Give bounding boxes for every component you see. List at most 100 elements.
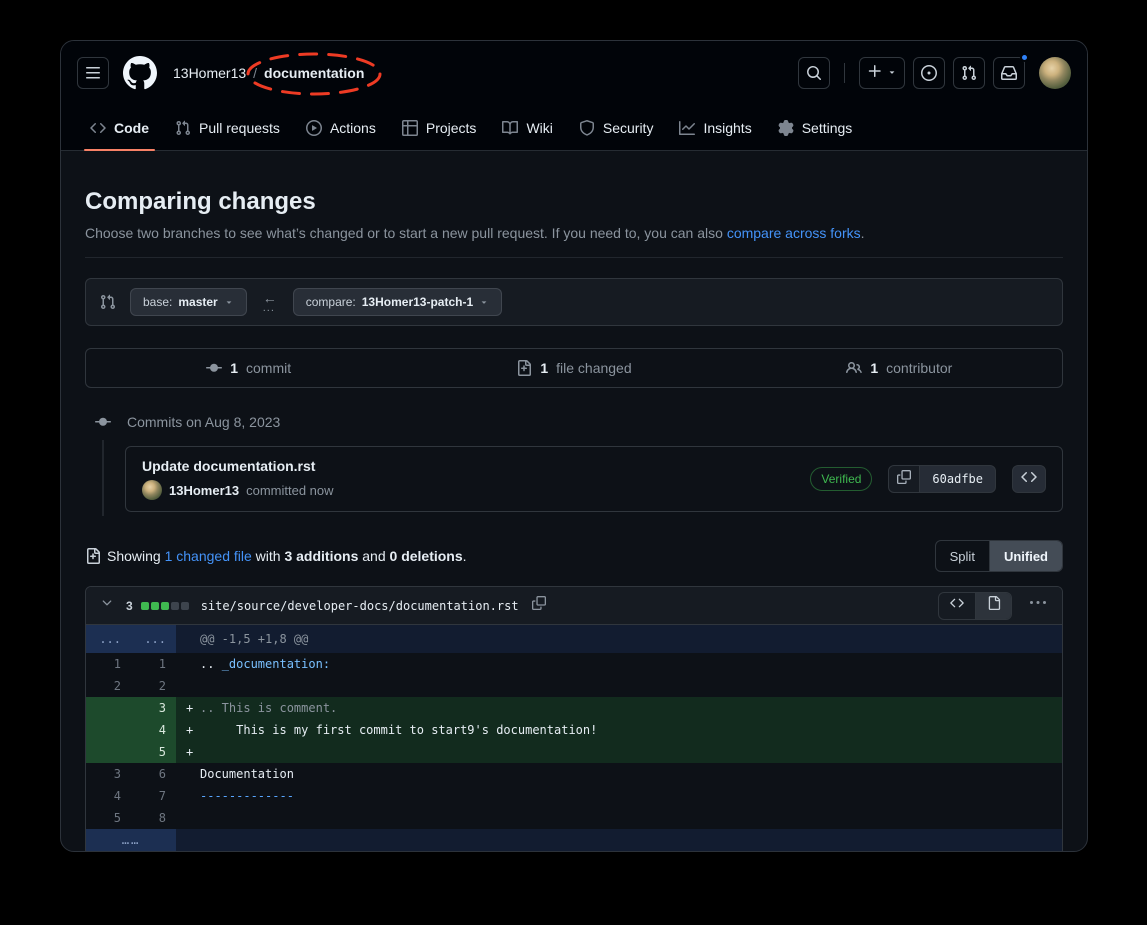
- compare-label: compare:: [306, 295, 356, 309]
- book-icon: [502, 120, 518, 136]
- diff-line: 2 2: [86, 675, 1062, 697]
- range-dots: ...: [263, 304, 275, 313]
- avatar[interactable]: [1039, 57, 1071, 89]
- hunk-header-text: [176, 829, 1062, 852]
- showing-text: Showing: [107, 548, 165, 564]
- expand-hunk-button[interactable]: ⋯⋯: [86, 829, 176, 852]
- compare-across-forks-link[interactable]: compare across forks: [727, 225, 861, 241]
- new-line-number[interactable]: 4: [131, 719, 176, 741]
- tab-actions[interactable]: Actions: [298, 105, 384, 150]
- old-line-number[interactable]: 4: [86, 785, 131, 807]
- expand-hunk-button[interactable]: ...: [131, 625, 176, 653]
- old-line-number[interactable]: 1: [86, 653, 131, 675]
- issues-button[interactable]: [913, 57, 945, 89]
- split-view-button[interactable]: Split: [936, 541, 989, 571]
- new-line-number[interactable]: 1: [131, 653, 176, 675]
- github-logo-icon[interactable]: [123, 56, 157, 90]
- triangle-down-icon: [224, 297, 234, 307]
- code-line: [176, 807, 1062, 829]
- new-line-number[interactable]: 8: [131, 807, 176, 829]
- git-compare-icon: [100, 294, 116, 310]
- old-line-number[interactable]: [86, 719, 131, 741]
- commit-info: Update documentation.rst 13Homer13 commi…: [142, 458, 334, 500]
- inbox-button[interactable]: [993, 57, 1025, 89]
- deletions-count: 0 deletions: [390, 548, 463, 564]
- tab-projects[interactable]: Projects: [394, 105, 485, 150]
- old-line-number[interactable]: 3: [86, 763, 131, 785]
- compare-value: 13Homer13-patch-1: [362, 295, 473, 309]
- diffstat-addition-square: [151, 602, 159, 610]
- commit-sha-button[interactable]: 60adfbe: [920, 465, 996, 493]
- breadcrumb-repo[interactable]: documentation: [264, 65, 364, 81]
- tab-wiki[interactable]: Wiki: [494, 105, 560, 150]
- diff-hunk-row: ... ... @@ -1,5 +1,8 @@: [86, 625, 1062, 653]
- period-text: .: [463, 548, 467, 564]
- kebab-horizontal-icon: [1030, 595, 1046, 616]
- commit-title-link[interactable]: Update documentation.rst: [142, 458, 334, 474]
- rendered-view-button[interactable]: [975, 593, 1011, 619]
- files-changed-stat[interactable]: 1 file changed: [411, 360, 736, 376]
- hamburger-menu-button[interactable]: [77, 57, 109, 89]
- source-view-button[interactable]: [939, 593, 975, 619]
- summary-text: Showing 1 changed file with 3 additions …: [107, 548, 467, 564]
- diff-file-header: 3 site/source/developer-docs/documentati…: [86, 587, 1062, 625]
- new-line-number[interactable]: 5: [131, 741, 176, 763]
- tab-label: Code: [114, 120, 149, 136]
- base-value: master: [178, 295, 217, 309]
- author-avatar[interactable]: [142, 480, 162, 500]
- copy-icon: [532, 596, 546, 615]
- notification-dot: [1020, 53, 1029, 62]
- diff-line-addition: 3 +.. This is comment.: [86, 697, 1062, 719]
- base-branch-selector[interactable]: base: master: [130, 288, 247, 316]
- breadcrumb-owner[interactable]: 13Homer13: [173, 65, 246, 81]
- file-options-button[interactable]: [1024, 592, 1052, 620]
- page-description: Choose two branches to see what’s change…: [85, 223, 1063, 243]
- old-line-number[interactable]: 5: [86, 807, 131, 829]
- tab-pull-requests[interactable]: Pull requests: [167, 105, 288, 150]
- diffstat-neutral-square: [181, 602, 189, 610]
- diff-line: 4 7 -------------: [86, 785, 1062, 807]
- three-bars-icon: [85, 65, 101, 81]
- diffstat-neutral-square: [171, 602, 179, 610]
- changed-file-link[interactable]: 1 changed file: [165, 548, 252, 564]
- expand-hunk-button[interactable]: ...: [86, 625, 131, 653]
- old-line-number[interactable]: [86, 697, 131, 719]
- git-commit-icon: [206, 360, 222, 376]
- tab-settings[interactable]: Settings: [770, 105, 861, 150]
- tab-security[interactable]: Security: [571, 105, 662, 150]
- new-line-number[interactable]: 7: [131, 785, 176, 807]
- copy-icon: [897, 470, 911, 489]
- new-line-number[interactable]: 3: [131, 697, 176, 719]
- files-summary-bar: Showing 1 changed file with 3 additions …: [85, 540, 1063, 572]
- file-path-link[interactable]: site/source/developer-docs/documentation…: [201, 599, 519, 613]
- diffstat-addition-square: [141, 602, 149, 610]
- unified-view-button[interactable]: Unified: [989, 541, 1062, 571]
- browse-code-button[interactable]: [1012, 465, 1046, 493]
- compare-branch-selector[interactable]: compare: 13Homer13-patch-1: [293, 288, 502, 316]
- app-window: 13Homer13 / documentation: [60, 40, 1088, 852]
- top-bar: 13Homer13 / documentation: [61, 41, 1087, 105]
- search-button[interactable]: [798, 57, 830, 89]
- stat-value: 1: [870, 360, 878, 376]
- verified-badge[interactable]: Verified: [810, 467, 872, 491]
- commit-sha-group: 60adfbe: [888, 465, 996, 493]
- search-icon: [806, 65, 822, 81]
- create-new-button[interactable]: [859, 57, 905, 89]
- tab-code[interactable]: Code: [82, 105, 157, 150]
- file-view-toggle: [938, 592, 1012, 620]
- collapse-file-button[interactable]: [96, 595, 118, 617]
- plus-icon: [867, 63, 883, 84]
- old-line-number[interactable]: 2: [86, 675, 131, 697]
- contributors-stat[interactable]: 1 contributor: [737, 360, 1062, 376]
- commit-author-link[interactable]: 13Homer13: [169, 483, 239, 498]
- old-line-number[interactable]: [86, 741, 131, 763]
- commits-stat[interactable]: 1 commit: [86, 360, 411, 376]
- copy-sha-button[interactable]: [888, 465, 920, 493]
- new-line-number[interactable]: 6: [131, 763, 176, 785]
- play-icon: [306, 120, 322, 136]
- copy-path-button[interactable]: [527, 594, 551, 618]
- new-line-number[interactable]: 2: [131, 675, 176, 697]
- tab-insights[interactable]: Insights: [671, 105, 759, 150]
- pull-requests-button[interactable]: [953, 57, 985, 89]
- commit-meta: 13Homer13 committed now: [142, 480, 334, 500]
